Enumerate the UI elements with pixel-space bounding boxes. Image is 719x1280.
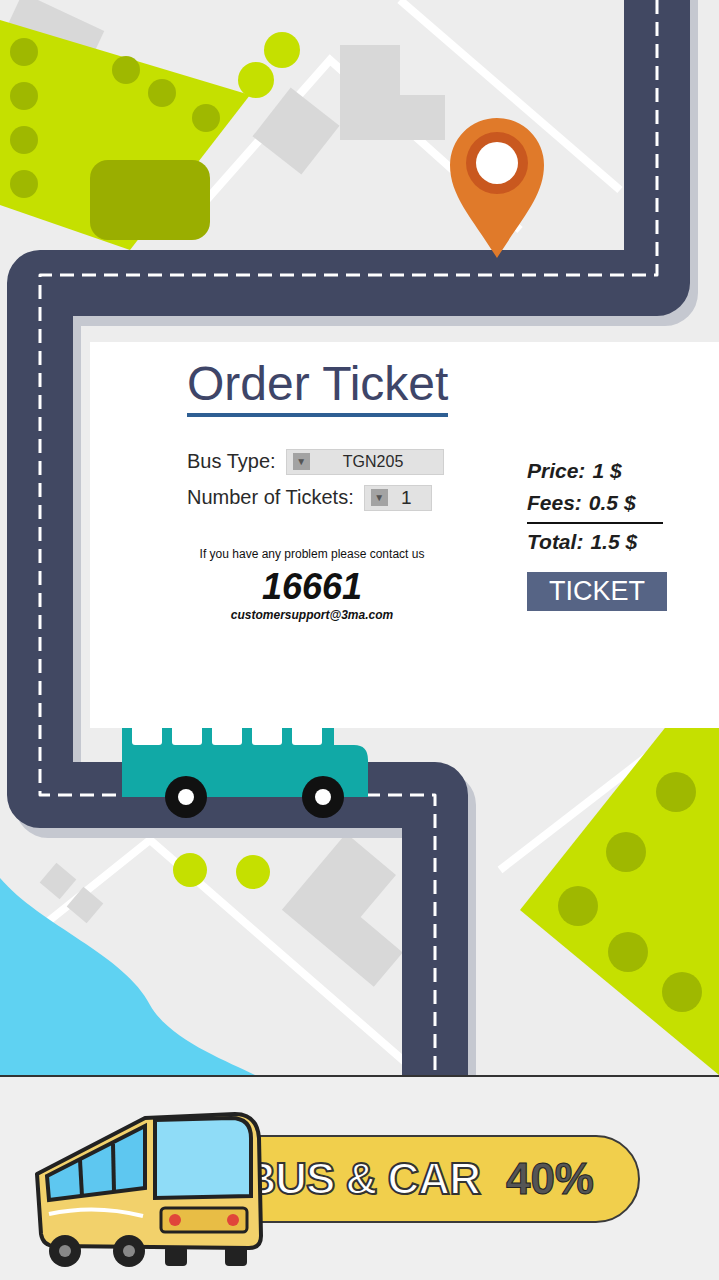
school-bus-icon bbox=[25, 1096, 265, 1271]
map-area: Order TicketBus Type:▼TGN205Number of Ti… bbox=[0, 0, 719, 1075]
dropdown[interactable]: ▼1 bbox=[364, 485, 432, 511]
summary-divider bbox=[527, 522, 663, 524]
promo-discount: 40% bbox=[506, 1154, 594, 1204]
contact-message: If you have any problem please contact u… bbox=[187, 547, 437, 561]
dropdown-arrow-icon[interactable]: ▼ bbox=[371, 489, 388, 506]
form-label: Bus Type: bbox=[187, 450, 276, 473]
order-title: Order Ticket bbox=[187, 358, 448, 417]
dropdown-value: TGN205 bbox=[310, 453, 437, 471]
promo-pill[interactable]: BUS & CAR 40% bbox=[205, 1135, 640, 1223]
contact-email: customersupport@3ma.com bbox=[187, 608, 437, 622]
dropdown[interactable]: ▼TGN205 bbox=[286, 449, 444, 475]
summary-total: Total:1.5 $ bbox=[527, 526, 637, 559]
ticket-button[interactable]: TICKET bbox=[527, 572, 667, 611]
screen: Order TicketBus Type:▼TGN205Number of Ti… bbox=[0, 0, 719, 1280]
contact-info: If you have any problem please contact u… bbox=[187, 547, 437, 622]
summary-value: 0.5 $ bbox=[589, 487, 636, 520]
form-row: Number of Tickets: ▼1 bbox=[187, 485, 527, 511]
promo-banner[interactable]: BUS & CAR 40% bbox=[0, 1075, 719, 1280]
summary-line: Fees:0.5 $ bbox=[527, 487, 636, 520]
water bbox=[0, 878, 255, 1075]
dropdown-value: 1 bbox=[388, 487, 425, 509]
total-value: 1.5 $ bbox=[590, 526, 637, 559]
promo-text: BUS & CAR bbox=[244, 1154, 479, 1204]
location-pin-icon bbox=[450, 118, 544, 258]
summary-label: Fees: bbox=[527, 487, 582, 520]
form-label: Number of Tickets: bbox=[187, 486, 354, 509]
order-card: Order TicketBus Type:▼TGN205Number of Ti… bbox=[90, 342, 719, 728]
form-row: Bus Type: ▼TGN205 bbox=[187, 449, 527, 475]
total-label: Total: bbox=[527, 526, 583, 559]
summary-label: Price: bbox=[527, 455, 585, 488]
dropdown-arrow-icon[interactable]: ▼ bbox=[293, 453, 310, 470]
price-summary: Price:1 $Fees:0.5 $Total:1.5 $TICKET bbox=[527, 449, 667, 622]
summary-line: Price:1 $ bbox=[527, 455, 622, 488]
summary-value: 1 $ bbox=[592, 455, 621, 488]
contact-phone: 16661 bbox=[187, 565, 437, 608]
